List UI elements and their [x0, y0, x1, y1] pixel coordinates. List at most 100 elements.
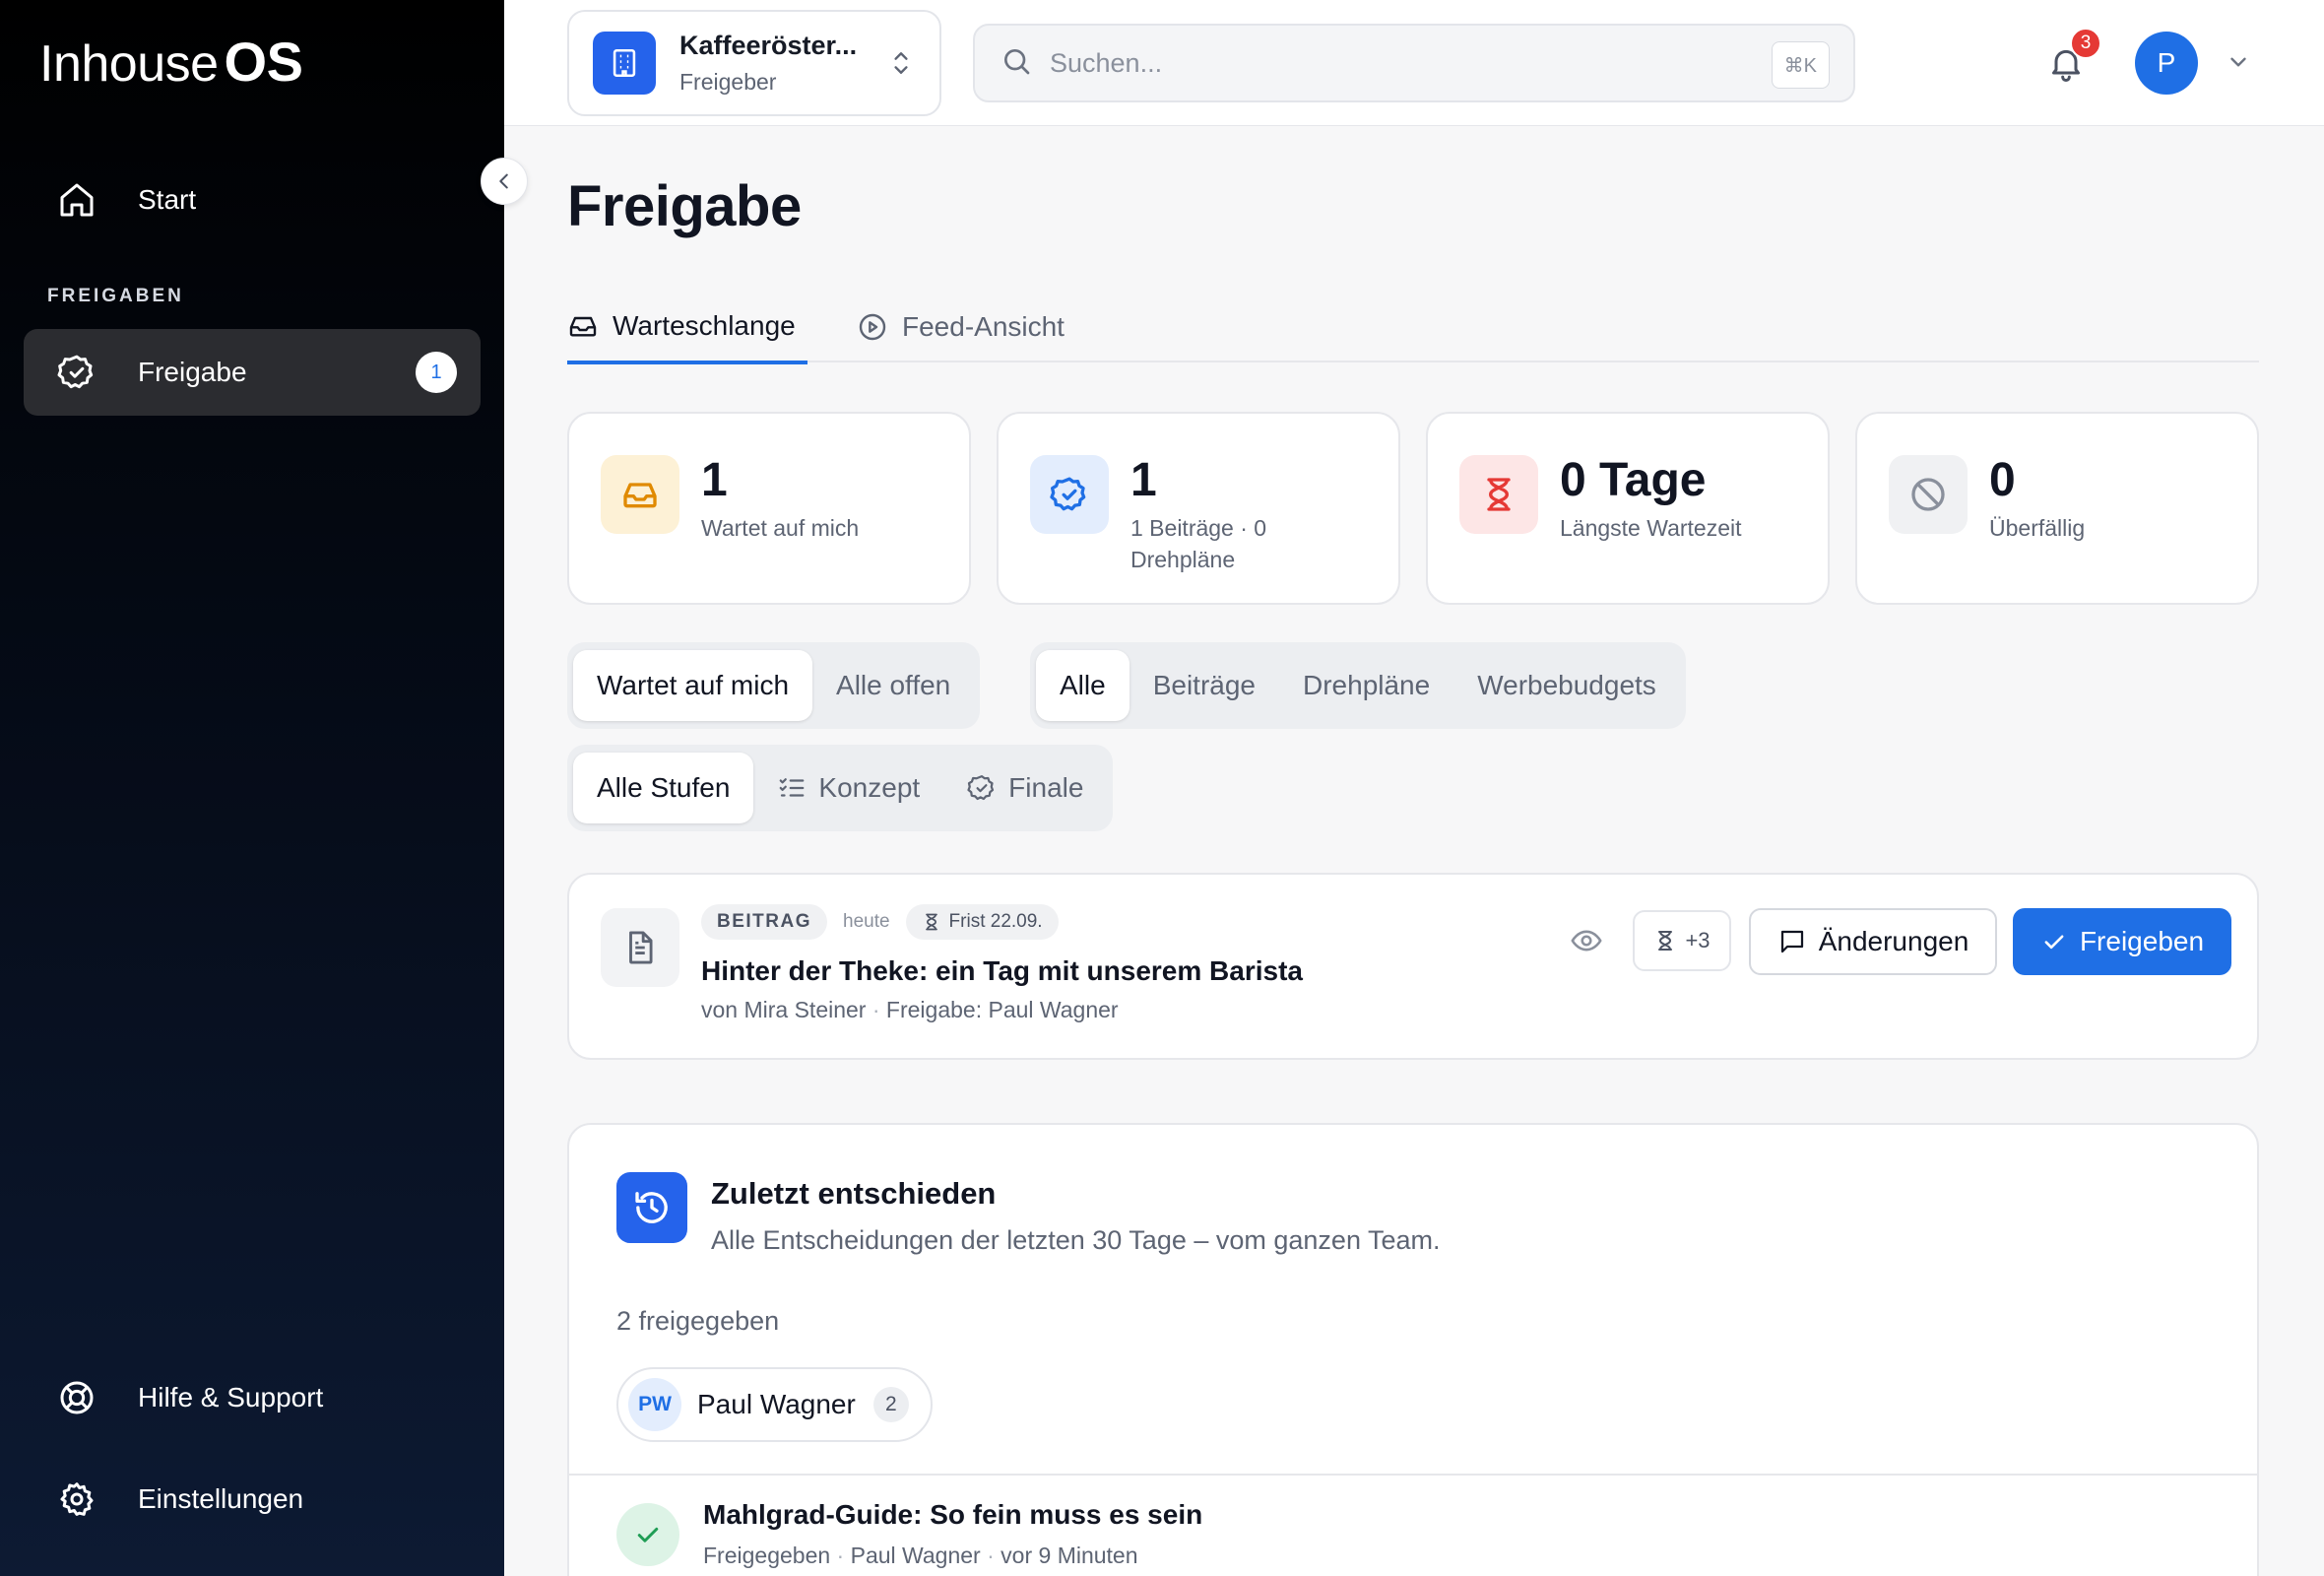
recent-count: 2 freigegeben [616, 1306, 780, 1336]
item-approver: Freigabe: Paul Wagner [885, 997, 1119, 1022]
tab-label: Warteschlange [613, 310, 796, 341]
search-bar[interactable]: ⌘K [973, 24, 1855, 102]
item-title[interactable]: Hinter der Theke: ein Tag mit unserem Ba… [701, 955, 1303, 987]
stat-card-overdue[interactable]: 0 Überfällig [1855, 412, 2259, 605]
stat-value: 0 Tage [1560, 454, 1707, 506]
org-switcher[interactable]: Kaffeeröster... Freigeber [567, 10, 941, 116]
document-icon [601, 908, 679, 987]
page-title: Freigabe [567, 174, 802, 238]
approve-button[interactable]: Freigeben [2013, 908, 2231, 975]
logo[interactable]: Inhouse OS [39, 30, 303, 94]
notifications-count-badge: 3 [2070, 28, 2101, 59]
item-byline: von Mira Steiner · Freigabe: Paul Wagner [701, 997, 1119, 1022]
sidebar-item-label: Freigabe [138, 357, 247, 387]
stat-card-longest-wait[interactable]: 0 Tage Längste Wartezeit [1426, 412, 1830, 605]
topbar: Kaffeeröster... Freigeber ⌘K 3 P [504, 0, 2324, 126]
search-input[interactable] [1050, 47, 1719, 79]
filter-stage-all[interactable]: Alle Stufen [573, 753, 754, 823]
chevron-down-icon[interactable] [2226, 49, 2251, 80]
search-icon [1001, 45, 1032, 82]
stat-value: 1 [1130, 454, 1157, 506]
button-label: Freigeben [2079, 926, 2205, 956]
sidebar-item-settings[interactable]: Einstellungen [24, 1456, 481, 1543]
stat-label: Längste Wartezeit [1560, 515, 1742, 541]
stat-card-items[interactable]: 1 1 Beiträge · 0 Drehpläne [997, 412, 1400, 605]
sidebar-section-label: FREIGABEN [47, 286, 184, 306]
filter-label: Finale [1008, 772, 1084, 803]
sidebar-collapse-button[interactable] [481, 158, 528, 205]
inbox-icon [601, 455, 679, 534]
org-name: Kaffeeröster... [679, 31, 858, 60]
tab-label: Feed-Ansicht [902, 311, 1065, 342]
filter-stage-concept[interactable]: Konzept [753, 753, 943, 823]
reminder-button[interactable]: +3 [1633, 910, 1731, 971]
check-icon [2040, 928, 2068, 955]
deadline-badge: Frist 22.09. [905, 904, 1059, 940]
badge-check-icon [967, 773, 997, 803]
message-square-icon [1777, 927, 1807, 956]
eye-icon[interactable] [1570, 924, 1603, 962]
tab-warteschlange[interactable]: Warteschlange [567, 292, 807, 364]
hourglass-icon [1658, 931, 1673, 951]
logo-light-text: Inhouse [39, 35, 219, 93]
filter-type-ad-budgets[interactable]: Werbebudgets [1453, 650, 1680, 721]
check-circle-icon [616, 1503, 679, 1566]
stat-label: Überfällig [1989, 515, 2086, 541]
inbox-icon [567, 310, 599, 342]
sidebar-item-label: Einstellungen [138, 1483, 304, 1514]
decision-title[interactable]: Mahlgrad-Guide: So fein muss es sein [703, 1499, 1202, 1531]
filter-type-posts[interactable]: Beiträge [1130, 650, 1279, 721]
reminder-count: +3 [1685, 928, 1711, 952]
ban-icon [1889, 455, 1968, 534]
filter-waiting-on-me[interactable]: Wartet auf mich [573, 650, 813, 721]
type-filter: Alle Beiträge Drehpläne Werbebudgets [1030, 642, 1686, 729]
stat-label: Wartet auf mich [701, 515, 860, 541]
badge-check-icon [1030, 455, 1109, 534]
search-shortcut-hint: ⌘K [1771, 41, 1830, 89]
chevron-up-down-icon [888, 47, 914, 84]
decision-time: vor 9 Minuten [1001, 1543, 1138, 1568]
sidebar: Inhouse OS Start FREIGABEN Freigabe 1 Hi… [0, 0, 504, 1576]
decision-by: Paul Wagner [850, 1543, 981, 1568]
scope-filter: Wartet auf mich Alle offen [567, 642, 981, 729]
list-checks-icon [777, 773, 807, 803]
divider [569, 1474, 2257, 1476]
chevron-left-icon [499, 173, 508, 189]
queue-item-card[interactable]: BEITRAG heute Frist 22.09. Hinter der Th… [567, 873, 2259, 1060]
user-avatar[interactable]: P [2135, 32, 2198, 95]
stage-filter: Alle Stufen Konzept Finale [567, 745, 1114, 831]
person-name: Paul Wagner [697, 1389, 856, 1419]
view-tabs: Warteschlange Feed-Ansicht [567, 292, 2259, 364]
sidebar-item-start[interactable]: Start [24, 157, 481, 243]
deadline-text: Frist 22.09. [948, 911, 1043, 932]
hourglass-icon [1459, 455, 1538, 534]
stat-label: 1 Beiträge · 0 Drehpläne [1130, 515, 1267, 572]
lifebuoy-icon [55, 1376, 98, 1419]
sidebar-item-label: Hilfe & Support [138, 1382, 324, 1412]
gear-icon [55, 1478, 98, 1521]
recent-subtitle: Alle Entscheidungen der letzten 30 Tage … [711, 1225, 1441, 1255]
person-filter-chip[interactable]: PW Paul Wagner 2 [616, 1367, 933, 1442]
button-label: Änderungen [1818, 926, 1969, 956]
stat-value: 1 [701, 454, 728, 506]
filter-type-all[interactable]: Alle [1036, 650, 1130, 721]
filter-type-shooting-plans[interactable]: Drehpläne [1279, 650, 1453, 721]
request-changes-button[interactable]: Änderungen [1749, 908, 1997, 975]
filter-all-open[interactable]: Alle offen [812, 650, 974, 721]
tab-feed-ansicht[interactable]: Feed-Ansicht [857, 292, 1065, 362]
avatar: PW [628, 1378, 681, 1431]
sidebar-item-count-badge: 1 [416, 352, 457, 393]
org-role: Freigeber [679, 69, 777, 95]
sidebar-item-freigabe[interactable]: Freigabe 1 [24, 329, 481, 416]
building-icon [593, 32, 656, 95]
item-type-badge: BEITRAG [701, 904, 827, 940]
recent-title: Zuletzt entschieden [711, 1176, 997, 1211]
item-author: von Mira Steiner [701, 997, 867, 1022]
item-date: heute [843, 911, 890, 932]
filter-stage-final[interactable]: Finale [943, 753, 1107, 823]
home-icon [55, 178, 98, 222]
sidebar-item-help[interactable]: Hilfe & Support [24, 1354, 481, 1441]
decision-meta: Freigegeben · Paul Wagner · vor 9 Minute… [703, 1543, 1138, 1568]
stat-card-waiting[interactable]: 1 Wartet auf mich [567, 412, 971, 605]
history-icon [616, 1172, 687, 1243]
